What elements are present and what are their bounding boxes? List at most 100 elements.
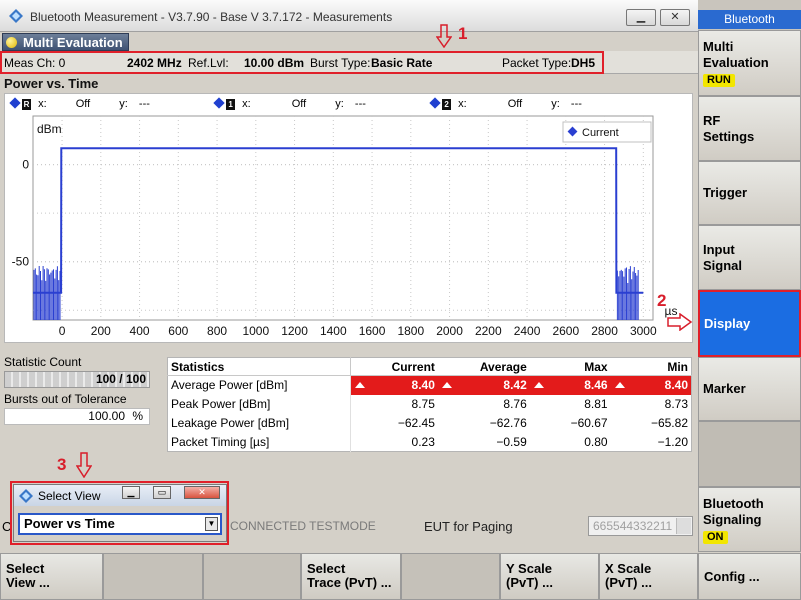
connection-mode: CONNECTED TESTMODE	[230, 519, 376, 533]
value-cell: −60.67	[570, 416, 608, 430]
x-tick-label: 2000	[436, 324, 463, 338]
softkey-input-signal[interactable]: Input Signal	[698, 225, 801, 290]
status-led-icon	[6, 37, 17, 48]
x-tick-label: 2200	[475, 324, 502, 338]
x-tick-label: 200	[91, 324, 111, 338]
statistic-count-bar: 100 / 100	[4, 371, 150, 388]
x-tick-label: 2800	[591, 324, 618, 338]
softkey-panel-header: Bluetooth	[698, 10, 801, 29]
close-window-button[interactable]: ✕	[660, 9, 690, 26]
softkey-multi-evaluation[interactable]: Multi Evaluation RUN	[698, 30, 801, 96]
y-scale-softkey[interactable]: Y Scale (PvT) ...	[500, 553, 599, 600]
x-tick-label: 600	[168, 324, 188, 338]
view-select[interactable]: Power vs Time ▼	[18, 513, 222, 535]
dialog-title-bar[interactable]: Select View ▁ ▭ ✕	[14, 485, 226, 506]
minimize-button[interactable]: ▁	[626, 9, 656, 26]
value-cell: −0.59	[496, 434, 527, 449]
softkey-marker[interactable]: Marker	[698, 357, 801, 421]
table-row: Peak Power [dBm] 8.75 8.76 8.81 8.73	[167, 394, 692, 414]
softkey-bluetooth-signaling[interactable]: Bluetooth Signaling ON	[698, 487, 801, 552]
pvt-chart[interactable]: 0 200 400 600 800 1000 1200 1400 1600 1800 2000 220…	[5, 94, 694, 344]
config-softkey[interactable]: Config ...	[698, 553, 801, 600]
annotation-frame-1	[0, 51, 604, 74]
row-name: Average Power [dBm]	[167, 375, 351, 395]
value-cell: 0.23	[411, 434, 435, 449]
bottom-softkey-empty	[103, 553, 203, 600]
annotation-arrow-right-icon	[667, 313, 693, 331]
limit-exceeded-icon	[441, 382, 452, 388]
dialog-logo-icon	[19, 489, 33, 503]
value-cell: 8.81	[584, 397, 608, 411]
bottom-softkey-empty	[203, 553, 301, 600]
x-tick-label: 2600	[552, 324, 579, 338]
select-trace-softkey[interactable]: Select Trace (PvT) ...	[301, 553, 401, 600]
minimize-icon: ▁	[636, 11, 646, 23]
annotation-arrow-down-icon	[76, 452, 92, 478]
bursts-tolerance-label: Bursts out of Tolerance	[4, 392, 127, 406]
pvt-plot-panel: R x: Off y: --- 1 x: Off y: --- 2 x: Off…	[4, 93, 693, 343]
value-cell: 8.76	[503, 397, 527, 411]
plot-area	[32, 115, 654, 321]
x-tick-label: 1400	[320, 324, 347, 338]
dialog-minimize-button[interactable]: ▁	[122, 486, 140, 499]
value-cell: 0.80	[584, 434, 608, 449]
bottom-softkey-empty	[401, 553, 500, 600]
column-header: Current	[350, 357, 438, 376]
plot-title: Power vs. Time	[4, 76, 99, 91]
window-title: Bluetooth Measurement - V3.7.90 - Base V…	[30, 10, 393, 24]
tab-multi-evaluation[interactable]: Multi Evaluation	[2, 33, 129, 51]
bursts-tolerance-value: 100.00	[88, 409, 125, 423]
on-badge: ON	[703, 530, 728, 544]
x-tick-label: 1200	[281, 324, 308, 338]
maximize-icon: ▭	[157, 487, 167, 497]
statistics-table: Statistics Current Average Max Min Avera…	[167, 357, 692, 452]
value-cell: −65.82	[650, 416, 688, 430]
dialog-close-button[interactable]: ✕	[184, 486, 220, 499]
value-cell: 8.42	[437, 375, 530, 395]
value-cell: 8.40	[610, 375, 692, 395]
bursts-tolerance-unit: %	[132, 409, 143, 423]
x-tick-label: 1800	[397, 324, 424, 338]
close-icon: ✕	[670, 11, 680, 23]
x-tick-label: 2400	[514, 324, 541, 338]
value-cell: −1.20	[657, 434, 688, 449]
legend-label: Current	[582, 127, 619, 139]
table-row: Average Power [dBm] 8.40 8.42 8.46 8.40	[167, 375, 692, 395]
limit-exceeded-icon	[354, 382, 365, 388]
row-name: Packet Timing [µs]	[167, 432, 351, 452]
softkey-display[interactable]: Display	[698, 290, 801, 357]
table-row: Packet Timing [µs] 0.23 −0.59 0.80 −1.20	[167, 432, 692, 452]
column-header: Statistics	[167, 357, 351, 376]
table-header-row: Statistics Current Average Max Min	[167, 357, 692, 376]
annotation-number-3: 3	[57, 455, 67, 474]
dialog-maximize-button[interactable]: ▭	[153, 486, 171, 499]
x-scale-softkey[interactable]: X Scale (PvT) ...	[599, 553, 698, 600]
x-tick-label: 800	[207, 324, 227, 338]
statistic-count-label: Statistic Count	[4, 355, 82, 369]
title-bar: Bluetooth Measurement - V3.7.90 - Base V…	[0, 0, 698, 32]
tab-label: Multi Evaluation	[23, 35, 123, 50]
softkey-trigger[interactable]: Trigger	[698, 161, 801, 225]
annotation-number-2: 2	[657, 291, 667, 310]
value-cell: 8.40	[350, 375, 438, 395]
table-row: Leakage Power [dBm] −62.45 −62.76 −60.67…	[167, 413, 692, 433]
app-logo-icon	[9, 9, 23, 23]
eut-address-field[interactable]: 665544332211	[588, 516, 693, 536]
x-tick-label: 400	[130, 324, 150, 338]
softkey-empty	[698, 421, 801, 487]
view-select-value: Power vs Time	[24, 516, 115, 531]
row-name: Peak Power [dBm]	[167, 394, 351, 414]
chevron-down-icon: ▼	[205, 517, 218, 531]
x-tick-label: 1000	[242, 324, 269, 338]
annotation-arrow-down-icon	[436, 24, 452, 48]
annotation-number-1: 1	[458, 24, 468, 43]
eut-dropdown-icon	[676, 518, 691, 534]
x-tick-label: 0	[59, 324, 66, 338]
minimize-icon: ▁	[127, 487, 135, 497]
x-tick-label: 1600	[359, 324, 386, 338]
bursts-tolerance-value-box: 100.00 %	[4, 408, 150, 425]
y-tick-label: 0	[22, 158, 29, 172]
softkey-rf-settings[interactable]: RF Settings	[698, 96, 801, 161]
value-cell: −62.76	[489, 416, 527, 430]
select-view-softkey[interactable]: Select View ...	[0, 553, 103, 600]
